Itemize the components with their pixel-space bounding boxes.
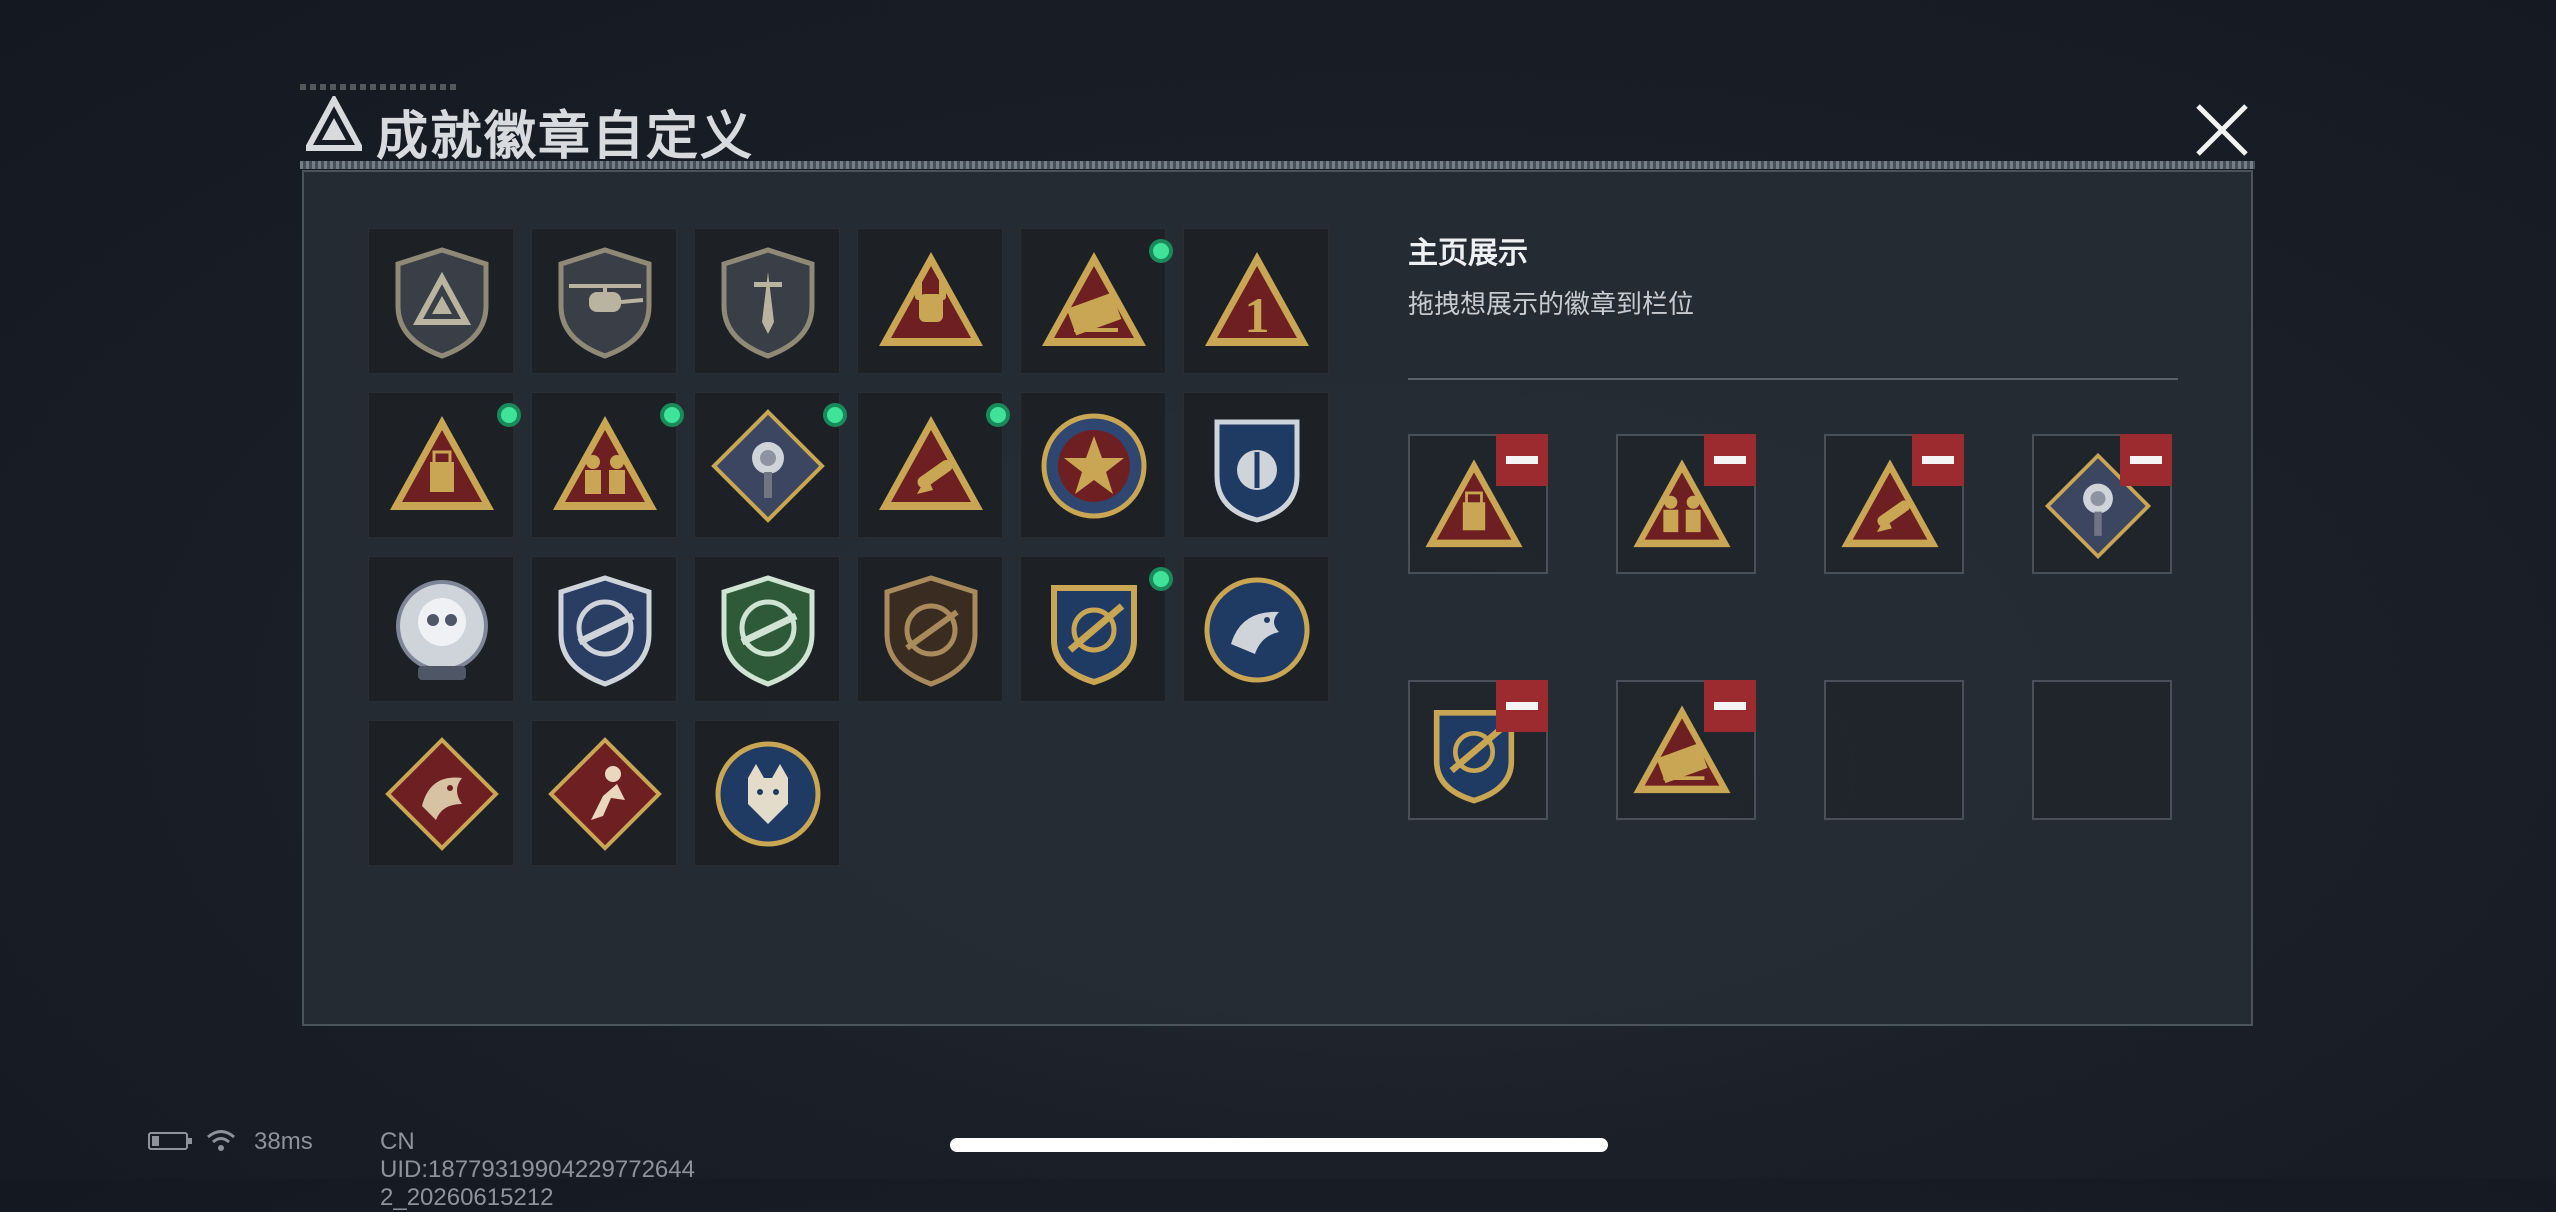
minus-icon bbox=[1922, 456, 1954, 464]
badge-item[interactable] bbox=[531, 392, 684, 538]
showcase-slot[interactable] bbox=[1408, 434, 1548, 574]
eagle-emblem-badge-icon bbox=[1204, 577, 1310, 683]
uid-text: CN UID:18779319904229772644​2_2026061521… bbox=[380, 1128, 695, 1211]
white-skull-emblem-badge-icon bbox=[396, 580, 488, 680]
remove-badge-button[interactable] bbox=[1496, 434, 1548, 486]
remove-badge-button[interactable] bbox=[1704, 680, 1756, 732]
svg-text:1: 1 bbox=[1245, 287, 1270, 343]
showcase-slot[interactable] bbox=[2032, 434, 2172, 574]
minus-icon bbox=[2130, 456, 2162, 464]
showcase-divider bbox=[1408, 378, 2178, 380]
rose-diamond-badge-icon bbox=[711, 409, 825, 523]
showcase-slot[interactable] bbox=[1824, 434, 1964, 574]
page-title: 成就徽章自定义 bbox=[376, 108, 755, 166]
badge-item[interactable] bbox=[368, 720, 514, 866]
badge-item[interactable] bbox=[368, 556, 514, 702]
usb-triangle-badge-icon bbox=[390, 416, 494, 510]
new-indicator-dot bbox=[986, 403, 1010, 427]
new-indicator-dot bbox=[823, 403, 847, 427]
star-emblem-badge-icon bbox=[1041, 413, 1147, 519]
sniper-blue-shield-badge-icon bbox=[558, 575, 652, 687]
badge-item[interactable] bbox=[368, 228, 514, 374]
showcase-slot[interactable] bbox=[1616, 680, 1756, 820]
close-icon[interactable] bbox=[2190, 98, 2254, 162]
badge-item[interactable] bbox=[694, 556, 840, 702]
new-indicator-dot bbox=[497, 403, 521, 427]
badge-item[interactable] bbox=[857, 392, 1010, 538]
header-decoration bbox=[300, 84, 460, 90]
header-divider bbox=[300, 161, 2255, 169]
showcase-title: 主页展示 bbox=[1408, 237, 1528, 270]
badge-item[interactable]: 1 bbox=[1183, 228, 1329, 374]
number-one-triangle-badge-icon: 1 bbox=[1205, 252, 1309, 346]
remove-badge-button[interactable] bbox=[1704, 434, 1756, 486]
badge-item[interactable] bbox=[1020, 228, 1173, 374]
badge-item[interactable] bbox=[857, 556, 1003, 702]
badge-item[interactable] bbox=[1183, 392, 1329, 538]
rocket-triangle-badge-icon bbox=[879, 416, 983, 510]
battery-icon bbox=[148, 1132, 192, 1150]
minus-icon bbox=[1506, 702, 1538, 710]
remove-badge-button[interactable] bbox=[2120, 434, 2172, 486]
new-indicator-dot bbox=[1149, 239, 1173, 263]
badge-item[interactable] bbox=[1183, 556, 1329, 702]
soldiers-triangle-badge-icon bbox=[553, 416, 657, 510]
showcase-subtitle: 拖拽想展示的徽章到栏位 bbox=[1408, 289, 1695, 319]
badge-item[interactable] bbox=[694, 720, 840, 866]
home-indicator[interactable] bbox=[950, 1138, 1608, 1152]
badge-item[interactable] bbox=[694, 228, 840, 374]
rock-hand-triangle-badge-icon bbox=[879, 252, 983, 346]
minus-icon bbox=[1714, 702, 1746, 710]
gold-missile-emblem-badge-icon bbox=[1051, 585, 1137, 686]
badge-item[interactable] bbox=[531, 228, 677, 374]
missile-triangle-badge-icon bbox=[1042, 252, 1146, 346]
triangle-logo-icon bbox=[306, 96, 362, 151]
minus-icon bbox=[1506, 456, 1538, 464]
helicopter-shield-badge-icon bbox=[558, 247, 652, 359]
ping-text: 38ms bbox=[254, 1128, 313, 1155]
homepage-showcase: 主页展示 拖拽想展示的徽章到栏位 bbox=[1408, 228, 2208, 820]
showcase-slot-empty[interactable] bbox=[2032, 680, 2172, 820]
badge-item[interactable] bbox=[531, 720, 677, 866]
dragon-diamond-badge-icon bbox=[385, 737, 499, 851]
rifle-bronze-shield-badge-icon bbox=[884, 575, 978, 687]
wifi-icon bbox=[207, 1130, 235, 1151]
sniper-green-shield-badge-icon bbox=[721, 575, 815, 687]
new-indicator-dot bbox=[1149, 567, 1173, 591]
showcase-slot-empty[interactable] bbox=[1824, 680, 1964, 820]
new-indicator-dot bbox=[660, 403, 684, 427]
badge-item[interactable] bbox=[1020, 392, 1166, 538]
badge-item[interactable] bbox=[1020, 556, 1173, 702]
wolf-emblem-badge-icon bbox=[715, 741, 821, 847]
minus-icon bbox=[1714, 456, 1746, 464]
dialog-header: 成就徽章自定义 bbox=[300, 84, 2255, 168]
blue-shield-emblem-badge-icon bbox=[1214, 419, 1300, 523]
runner-diamond-badge-icon bbox=[548, 737, 662, 851]
badge-item[interactable] bbox=[694, 392, 847, 538]
remove-badge-button[interactable] bbox=[1912, 434, 1964, 486]
showcase-slot[interactable] bbox=[1408, 680, 1548, 820]
badge-item[interactable] bbox=[857, 228, 1003, 374]
remove-badge-button[interactable] bbox=[1496, 680, 1548, 732]
badge-panel: 1 主页展示 拖拽想展示的徽章到栏位 bbox=[302, 170, 2253, 1026]
badge-item[interactable] bbox=[531, 556, 677, 702]
showcase-slot[interactable] bbox=[1616, 434, 1756, 574]
badge-item[interactable] bbox=[368, 392, 521, 538]
triangle-shield-badge-icon bbox=[395, 247, 489, 359]
dagger-shield-badge-icon bbox=[721, 247, 815, 359]
